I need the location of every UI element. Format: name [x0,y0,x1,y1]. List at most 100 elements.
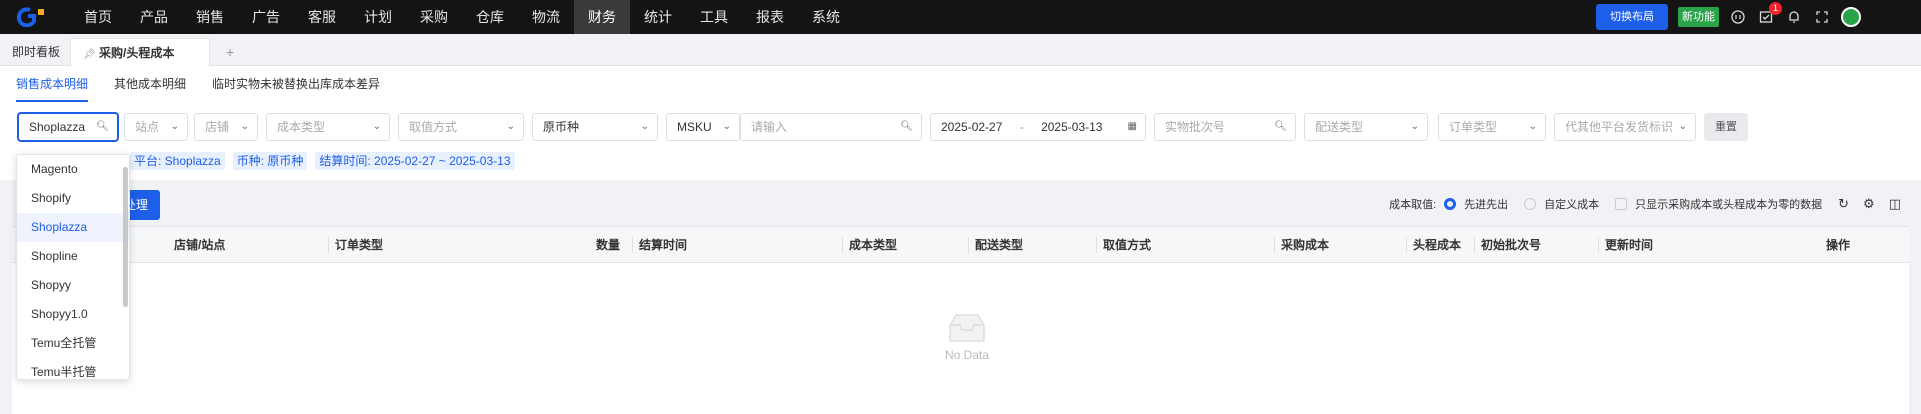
site-select[interactable]: 站点 ⌄ [124,113,188,141]
column-header[interactable]: 取值方式 [1096,237,1151,253]
date-end: 2025-03-13 [1041,120,1103,134]
dropdown-option[interactable]: Temu半托管 [17,358,129,379]
chevron-down-icon: ⌄ [640,121,649,132]
column-header[interactable]: 操作 [1820,237,1850,253]
column-header[interactable]: 更新时间 [1598,237,1653,253]
app-logo[interactable] [0,0,70,34]
batch-placeholder: 实物批次号 [1165,120,1226,134]
column-header[interactable]: 采购成本 [1274,237,1329,253]
pin-icon: 📌︎ [83,49,96,60]
column-header[interactable]: 店铺/站点 [174,227,225,263]
shop-select[interactable]: 店铺 ⌄ [194,113,258,141]
dropdown-option[interactable]: Shoplazza [17,213,129,242]
nav-item[interactable]: 首页 [70,0,126,34]
chevron-down-icon: ⌄ [1410,121,1419,132]
chevron-down-icon: ⌄ [1678,121,1687,132]
tab-dashboard[interactable]: 即时看板 [12,38,60,66]
dropdown-option[interactable]: Shopyy1.0 [17,300,129,329]
nav-item[interactable]: 销售 [182,0,238,34]
custom-cost-radio[interactable] [1524,198,1537,210]
chevron-down-icon: ⌄ [722,121,731,132]
proxy-ship-select[interactable]: 代其他平台发货标识 ⌄ [1554,113,1696,141]
cost-type-placeholder: 成本类型 [277,120,326,134]
chevron-down-icon: ⌄ [240,121,249,132]
order-type-select[interactable]: 订单类型 ⌄ [1438,113,1546,141]
sku-type-select[interactable]: MSKU ⌄ [666,113,740,141]
subtab[interactable]: 其他成本明细 [114,66,186,102]
dropdown-option[interactable]: Shopline [17,242,129,271]
new-feature-button[interactable]: 新功能 [1678,7,1719,27]
add-tab-button[interactable]: + [226,38,234,66]
nav-item[interactable]: 广告 [238,0,294,34]
nav-item[interactable]: 计划 [350,0,406,34]
column-header[interactable]: 数量 [596,237,620,253]
column-header[interactable]: 配送类型 [968,237,1023,253]
fifo-radio[interactable] [1444,198,1457,210]
column-header[interactable]: 订单类型 [328,237,383,253]
column-header[interactable]: 结算时间 [632,237,687,253]
column-header[interactable]: 初始批次号 [1474,237,1541,253]
cost-type-select[interactable]: 成本类型 ⌄ [266,113,390,141]
fifo-label: 先进先出 [1464,199,1509,211]
logo-icon [16,7,44,27]
search-icon: 🔍︎ [900,121,913,132]
nav-item[interactable]: 工具 [686,0,742,34]
only-zero-label: 只显示采购成本或头程成本为零的数据 [1635,199,1823,211]
task-icon[interactable]: 1 [1757,2,1782,26]
order-type-placeholder: 订单类型 [1449,120,1498,134]
column-header[interactable]: 头程成本 [1406,237,1461,253]
custom-cost-label: 自定义成本 [1544,199,1600,211]
nav-item[interactable]: 产品 [126,0,182,34]
chevron-down-icon: ⌄ [1528,121,1537,132]
nav-item[interactable]: 客服 [294,0,350,34]
help-icon[interactable] [1729,8,1747,26]
active-filter-tags: 平台: Shoplazza 币种: 原币种 结算时间: 2025-02-27 ~ 2… [130,152,515,170]
batch-number-input[interactable]: 实物批次号 🔍︎ [1154,113,1296,141]
only-zero-checkbox[interactable] [1615,198,1628,210]
nav-item[interactable]: 报表 [742,0,798,34]
value-method-select[interactable]: 取值方式 ⌄ [398,113,524,141]
nav-item[interactable]: 系统 [798,0,854,34]
calendar-icon: ▦ [1127,121,1137,132]
dropdown-option[interactable]: Magento [17,155,129,184]
refresh-icon[interactable]: ↻ [1838,196,1849,212]
tab-purchase-cost[interactable]: 📌︎ 采购/头程成本 [70,38,210,66]
sub-tabs: 销售成本明细 其他成本明细 临时实物未被替换出库成本差异 [16,66,380,102]
nav-item[interactable]: 统计 [630,0,686,34]
main-nav: 首页 产品 销售 广告 客服 计划 采购 仓库 物流 财务 统计 工具 报表 系统 [70,0,854,34]
sku-placeholder: 请输入 [751,120,788,134]
chevron-down-icon: ⌄ [372,121,381,132]
switch-layout-button[interactable]: 切换布局 [1596,4,1668,30]
columns-icon[interactable]: ◫ [1889,196,1901,212]
sku-type-value: MSKU [677,120,712,134]
dropdown-option[interactable]: Shopyy [17,271,129,300]
table-header: 店铺/站点 订单类型 数量 结算时间 成本类型 配送类型 取值方式 采购成本 头程成本 初始批次号… [12,227,1909,263]
sku-search-input[interactable]: 请输入 🔍︎ [740,113,922,141]
page-tabbar: 即时看板 📌︎ 采购/头程成本 + [0,34,1921,66]
column-header[interactable]: 成本类型 [842,237,897,253]
empty-text: No Data [944,348,990,362]
date-range-picker[interactable]: 2025-02-27 - 2025-03-13 ▦ [930,113,1146,141]
platform-select[interactable]: Shoplazza 🔍︎ [18,113,118,141]
nav-item[interactable]: 采购 [406,0,462,34]
nav-item[interactable]: 财务 [574,0,630,34]
fullscreen-icon[interactable] [1813,8,1831,26]
bell-icon[interactable] [1785,8,1803,26]
tab-label: 采购/头程成本 [99,46,175,60]
reset-button[interactable]: 重置 [1704,113,1748,141]
dropdown-scrollbar[interactable] [123,167,128,307]
currency-select[interactable]: 原币种 ⌄ [532,113,658,141]
date-separator: - [1019,120,1024,134]
nav-item[interactable]: 物流 [518,0,574,34]
date-start: 2025-02-27 [941,120,1003,134]
subtab[interactable]: 临时实物未被替换出库成本差异 [212,66,380,102]
platform-dropdown: Magento Shopify Shoplazza Shopline Shopyy Sho… [16,154,130,380]
proxy-placeholder: 代其他平台发货标识 [1565,120,1674,134]
dropdown-option[interactable]: Temu全托管 [17,329,129,358]
user-avatar[interactable] [1841,7,1861,27]
subtab[interactable]: 销售成本明细 [16,66,89,102]
settings-icon[interactable]: ⚙ [1863,196,1875,212]
nav-item[interactable]: 仓库 [462,0,518,34]
delivery-type-select[interactable]: 配送类型 ⌄ [1304,113,1428,141]
dropdown-option[interactable]: Shopify [17,184,129,213]
